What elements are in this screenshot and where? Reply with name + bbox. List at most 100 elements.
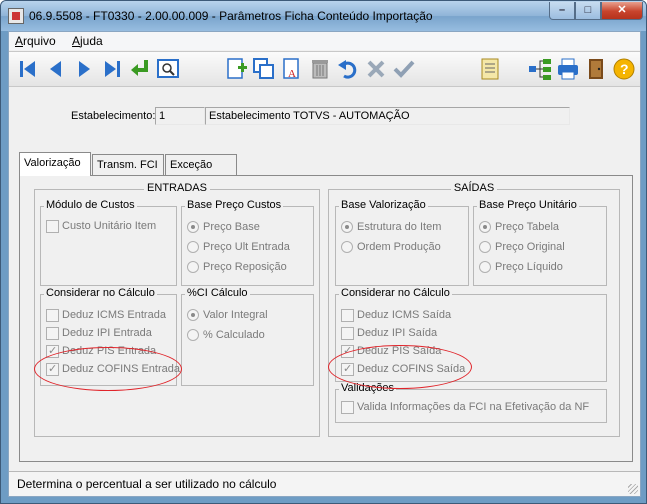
deduz-pis-saida-label: Deduz PIS Saída xyxy=(357,345,442,357)
last-icon xyxy=(105,61,120,77)
minimize-button[interactable]: – xyxy=(549,2,575,20)
app-icon xyxy=(8,8,24,24)
edit-button[interactable]: A xyxy=(279,56,305,82)
considerar-entradas-title: Considerar no Cálculo xyxy=(44,287,157,299)
preco-liquido-radio[interactable] xyxy=(479,261,491,273)
tab-excecao[interactable]: Exceção xyxy=(165,154,237,176)
preco-ult-entrada-label: Preço Ult Entrada xyxy=(203,241,290,253)
menu-bar: Arquivo Ajuda xyxy=(9,32,640,50)
ci-calculo-title: %CI Cálculo xyxy=(185,287,250,299)
check-icon xyxy=(393,60,415,78)
delete-button[interactable] xyxy=(307,56,333,82)
prev-icon xyxy=(50,61,61,77)
deduz-icms-entrada-label: Deduz ICMS Entrada xyxy=(62,309,166,321)
title-bar[interactable]: 06.9.5508 - FT0330 - 2.00.00.009 - Parâm… xyxy=(1,1,646,31)
tree-icon xyxy=(529,59,551,80)
tab-panel-valorizacao: ENTRADAS Módulo de Custos Custo Unitário… xyxy=(19,175,633,462)
deduz-ipi-saida-checkbox[interactable] xyxy=(341,327,354,340)
considerar-saidas-group: Considerar no Cálculo Deduz ICMS Saída D… xyxy=(335,287,607,382)
deduz-ipi-saida-label: Deduz IPI Saída xyxy=(357,327,438,339)
hierarchy-button[interactable] xyxy=(527,56,553,82)
deduz-icms-saida-label: Deduz ICMS Saída xyxy=(357,309,452,321)
preco-tabela-radio[interactable] xyxy=(479,221,491,233)
svg-text:A: A xyxy=(288,68,296,80)
estrutura-item-radio[interactable] xyxy=(341,221,353,233)
base-preco-custos-group: Base Preço Custos Preço Base Preço Ult E… xyxy=(181,199,314,286)
modulo-custos-group: Módulo de Custos Custo Unitário Item xyxy=(40,199,177,286)
valor-integral-radio[interactable] xyxy=(187,309,199,321)
cancel-button[interactable] xyxy=(363,56,389,82)
estrutura-item-label: Estrutura do Item xyxy=(357,221,442,233)
help-icon: ? xyxy=(613,58,635,80)
tab-valorizacao[interactable]: Valorização xyxy=(19,152,91,176)
deduz-icms-saida-checkbox[interactable] xyxy=(341,309,354,322)
report-button[interactable] xyxy=(477,56,503,82)
print-icon xyxy=(558,58,578,80)
menu-arquivo[interactable]: Arquivo xyxy=(15,34,56,48)
base-preco-unitario-title: Base Preço Unitário xyxy=(477,199,579,211)
validacoes-title: Validações xyxy=(339,382,396,394)
preco-original-radio[interactable] xyxy=(479,241,491,253)
goto-icon xyxy=(131,60,148,76)
validacoes-group: Validações Valida Informações da FCI na … xyxy=(335,382,607,423)
tab-transm-fci[interactable]: Transm. FCI xyxy=(92,154,164,176)
last-record-button[interactable] xyxy=(99,56,125,82)
maximize-button[interactable]: □ xyxy=(575,2,601,20)
undo-button[interactable] xyxy=(335,56,361,82)
cancel-icon xyxy=(367,60,385,78)
deduz-pis-saida-checkbox[interactable] xyxy=(341,344,354,358)
copy-icon xyxy=(253,58,274,79)
search-icon xyxy=(157,59,179,78)
close-button[interactable]: ✕ xyxy=(601,2,643,20)
toolbar: A ? xyxy=(9,51,640,87)
save-button[interactable] xyxy=(391,56,417,82)
deduz-cofins-entrada-checkbox[interactable] xyxy=(46,362,59,376)
ci-calculo-group: %CI Cálculo Valor Integral % Calculado xyxy=(181,287,314,386)
custo-unitario-label: Custo Unitário Item xyxy=(62,220,157,232)
trash-icon xyxy=(312,60,328,79)
deduz-ipi-entrada-label: Deduz IPI Entrada xyxy=(62,327,152,339)
valida-fci-label: Valida Informações da FCI na Efetivação … xyxy=(357,401,590,413)
help-button[interactable]: ? xyxy=(611,56,637,82)
status-text: Determina o percentual a ser utilizado n… xyxy=(17,477,277,491)
deduz-pis-entrada-checkbox[interactable] xyxy=(46,344,59,358)
undo-icon xyxy=(338,60,357,79)
deduz-icms-entrada-checkbox[interactable] xyxy=(46,309,59,322)
preco-ult-entrada-radio[interactable] xyxy=(187,241,199,253)
deduz-pis-entrada-label: Deduz PIS Entrada xyxy=(62,345,157,357)
search-button[interactable] xyxy=(155,56,181,82)
ordem-producao-label: Ordem Produção xyxy=(357,241,441,253)
exit-button[interactable] xyxy=(583,56,609,82)
base-preco-custos-title: Base Preço Custos xyxy=(185,199,284,211)
goto-record-button[interactable] xyxy=(127,56,153,82)
estabelecimento-code-field[interactable]: 1 xyxy=(155,107,205,125)
deduz-cofins-entrada-label: Deduz COFINS Entrada xyxy=(62,363,180,375)
report-icon xyxy=(481,58,499,80)
print-button[interactable] xyxy=(555,56,581,82)
add-button[interactable] xyxy=(223,56,249,82)
menu-ajuda[interactable]: Ajuda xyxy=(72,34,103,48)
deduz-cofins-saida-label: Deduz COFINS Saída xyxy=(357,363,466,375)
saidas-group: SAÍDAS Base Valorização Estrutura do Ite… xyxy=(328,182,620,437)
next-icon xyxy=(79,61,90,77)
valida-fci-checkbox[interactable] xyxy=(341,401,354,414)
base-preco-unitario-group: Base Preço Unitário Preço Tabela Preço O… xyxy=(473,199,607,286)
preco-reposicao-radio[interactable] xyxy=(187,261,199,273)
preco-reposicao-label: Preço Reposição xyxy=(203,261,287,273)
preco-base-radio[interactable] xyxy=(187,221,199,233)
deduz-cofins-saida-checkbox[interactable] xyxy=(341,362,354,376)
percent-calculado-radio[interactable] xyxy=(187,329,199,341)
custo-unitario-checkbox[interactable] xyxy=(46,220,59,233)
copy-button[interactable] xyxy=(251,56,277,82)
window-title: 06.9.5508 - FT0330 - 2.00.00.009 - Parâm… xyxy=(29,9,433,23)
edit-icon: A xyxy=(283,58,299,80)
first-record-button[interactable] xyxy=(15,56,41,82)
svg-text:?: ? xyxy=(620,61,629,77)
previous-record-button[interactable] xyxy=(43,56,69,82)
resize-grip[interactable] xyxy=(628,484,638,494)
deduz-ipi-entrada-checkbox[interactable] xyxy=(46,327,59,340)
preco-base-label: Preço Base xyxy=(203,221,260,233)
ordem-producao-radio[interactable] xyxy=(341,241,353,253)
add-icon xyxy=(227,58,247,79)
next-record-button[interactable] xyxy=(71,56,97,82)
